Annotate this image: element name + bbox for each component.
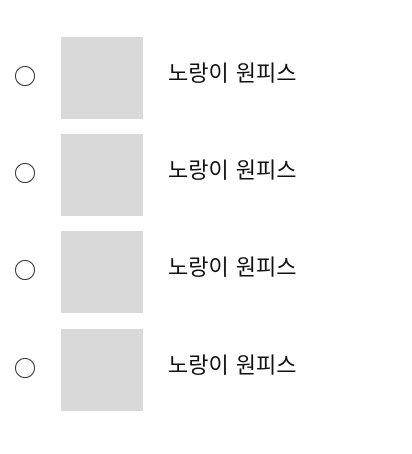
option-list: 노랑이 원피스 노랑이 원피스 노랑이 원피스 노랑이 원피스 — [0, 0, 412, 454]
option-label: 노랑이 원피스 — [168, 256, 297, 281]
radio-unchecked-icon[interactable] — [15, 163, 35, 183]
product-thumbnail — [61, 231, 143, 313]
product-thumbnail — [61, 329, 143, 411]
option-row[interactable]: 노랑이 원피스 — [0, 231, 412, 313]
radio-unchecked-icon[interactable] — [15, 260, 35, 280]
option-row[interactable]: 노랑이 원피스 — [0, 134, 412, 216]
radio-unchecked-icon[interactable] — [15, 358, 35, 378]
option-row[interactable]: 노랑이 원피스 — [0, 37, 412, 119]
product-thumbnail — [61, 134, 143, 216]
radio-unchecked-icon[interactable] — [15, 66, 35, 86]
product-thumbnail — [61, 37, 143, 119]
option-label: 노랑이 원피스 — [168, 354, 297, 379]
option-row[interactable]: 노랑이 원피스 — [0, 329, 412, 411]
option-label: 노랑이 원피스 — [168, 62, 297, 87]
option-label: 노랑이 원피스 — [168, 159, 297, 184]
